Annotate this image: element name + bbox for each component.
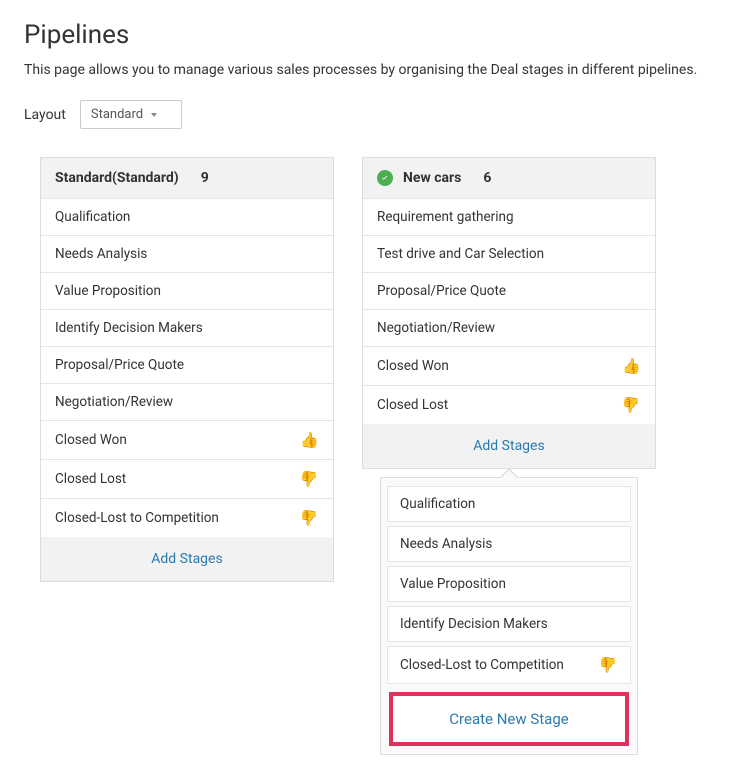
stage-label: Negotiation/Review <box>55 394 173 410</box>
stage-label: Proposal/Price Quote <box>377 283 506 299</box>
stage-label: Closed-Lost to Competition <box>55 510 219 526</box>
layout-select[interactable]: Standard <box>80 100 182 129</box>
stage-label: Qualification <box>55 209 130 225</box>
check-circle-icon <box>377 170 393 186</box>
stage-item[interactable]: Closed Lost 👎 <box>41 459 333 498</box>
stage-item[interactable]: Identify Decision Makers <box>41 309 333 346</box>
thumb-down-icon: 👎 <box>622 396 641 414</box>
add-stages-button[interactable]: Add Stages <box>41 537 333 581</box>
pipeline-card-new-cars: New cars 6 Requirement gathering Test dr… <box>362 157 656 469</box>
stage-label: Needs Analysis <box>55 246 147 262</box>
thumb-down-icon: 👎 <box>599 656 618 674</box>
popover-stage-option[interactable]: Value Proposition <box>387 566 631 602</box>
stage-item[interactable]: Proposal/Price Quote <box>363 272 655 309</box>
popover-stage-option[interactable]: Needs Analysis <box>387 526 631 562</box>
layout-selected-value: Standard <box>91 107 143 122</box>
pipeline-header: New cars 6 <box>363 158 655 198</box>
stage-label: Closed Won <box>55 432 127 448</box>
thumb-up-icon: 👍 <box>622 357 641 375</box>
popover-item-label: Qualification <box>400 496 475 512</box>
thumb-down-icon: 👎 <box>300 509 319 527</box>
popover-stage-option[interactable]: Identify Decision Makers <box>387 606 631 642</box>
stage-label: Test drive and Car Selection <box>377 246 544 262</box>
popover-item-label: Needs Analysis <box>400 536 492 552</box>
stage-label: Identify Decision Makers <box>55 320 203 336</box>
pipeline-name: Standard(Standard) <box>55 170 179 186</box>
stage-item[interactable]: Proposal/Price Quote <box>41 346 333 383</box>
popover-item-label: Identify Decision Makers <box>400 616 548 632</box>
stage-label: Requirement gathering <box>377 209 514 225</box>
stage-item[interactable]: Needs Analysis <box>41 235 333 272</box>
stage-item[interactable]: Negotiation/Review <box>363 309 655 346</box>
popover-stage-option[interactable]: Qualification <box>387 486 631 522</box>
stage-label: Value Proposition <box>55 283 161 299</box>
add-stages-button[interactable]: Add Stages <box>363 424 655 468</box>
stage-label: Closed Won <box>377 358 449 374</box>
page-title: Pipelines <box>24 20 721 50</box>
stage-label: Negotiation/Review <box>377 320 495 336</box>
popover-stage-option[interactable]: Closed-Lost to Competition 👎 <box>387 646 631 684</box>
pipeline-name: New cars <box>403 170 461 186</box>
layout-label: Layout <box>24 107 66 123</box>
stage-item[interactable]: Requirement gathering <box>363 198 655 235</box>
add-stages-popover: Qualification Needs Analysis Value Propo… <box>380 477 638 755</box>
chevron-down-icon <box>151 113 157 117</box>
stage-item[interactable]: Negotiation/Review <box>41 383 333 420</box>
stage-label: Proposal/Price Quote <box>55 357 184 373</box>
stage-item[interactable]: Qualification <box>41 198 333 235</box>
page-description: This page allows you to manage various s… <box>24 62 721 78</box>
popover-item-label: Value Proposition <box>400 576 506 592</box>
stage-item[interactable]: Closed Lost 👎 <box>363 385 655 424</box>
thumb-down-icon: 👎 <box>300 470 319 488</box>
stage-item[interactable]: Closed-Lost to Competition 👎 <box>41 498 333 537</box>
create-new-stage-button[interactable]: Create New Stage <box>389 692 629 746</box>
pipeline-header: Standard(Standard) 9 <box>41 158 333 198</box>
stage-label: Closed Lost <box>55 471 126 487</box>
stage-item[interactable]: Closed Won 👍 <box>41 420 333 459</box>
stage-label: Closed Lost <box>377 397 448 413</box>
thumb-up-icon: 👍 <box>300 431 319 449</box>
stage-item[interactable]: Closed Won 👍 <box>363 346 655 385</box>
pipeline-count: 9 <box>201 170 209 186</box>
popover-item-label: Closed-Lost to Competition <box>400 657 564 673</box>
stage-item[interactable]: Test drive and Car Selection <box>363 235 655 272</box>
pipeline-count: 6 <box>483 170 491 186</box>
pipeline-card-standard: Standard(Standard) 9 Qualification Needs… <box>40 157 334 582</box>
stage-item[interactable]: Value Proposition <box>41 272 333 309</box>
